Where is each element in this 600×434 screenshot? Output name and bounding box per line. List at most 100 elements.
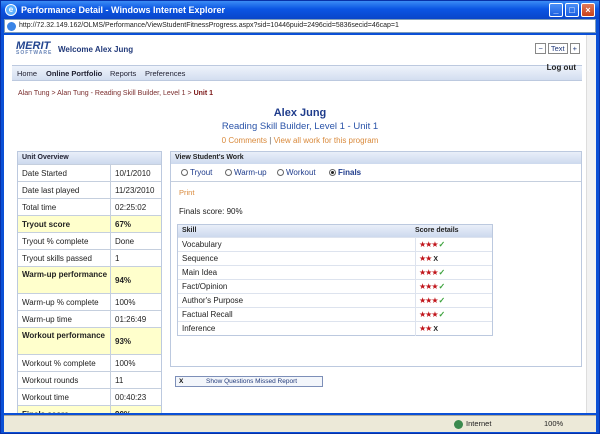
close-button[interactable]: × [581,3,595,17]
program-title: Reading Skill Builder, Level 1 - Unit 1 [221,121,379,132]
checkmark-icon: ✓ [438,296,446,305]
skill-name: Main Idea [182,268,218,277]
nav-preferences[interactable]: Preferences [145,69,185,78]
mode-radio-group: Tryout Warm-up Workout Finals [171,164,581,182]
comments-link[interactable]: 0 Comments [222,136,267,145]
overview-value: 02:25:02 [115,203,147,212]
nav-reports[interactable]: Reports [110,69,136,78]
globe-icon [454,419,463,429]
overview-value: 10/1/2010 [115,169,151,178]
page-icon [7,22,16,31]
title-bar: e Performance Detail - Windows Internet … [1,1,599,19]
overview-row: Date last played 11/23/2010 [18,181,161,198]
x-mark-icon: X [433,256,439,263]
missed-report-label: Show Questions Missed Report [206,378,298,385]
breadcrumb-student[interactable]: Alan Tung [18,90,50,97]
unit-overview-table: Unit Overview Date Started 10/1/2010 Date … [17,151,162,413]
overview-row: Warm-up % complete 100% [18,293,161,310]
overview-label: Date Started [18,165,111,181]
radio-warmup[interactable]: Warm-up [225,168,267,177]
browser-window: e Performance Detail - Windows Internet … [0,0,600,434]
skill-name: Vocabulary [182,240,222,249]
radio-finals[interactable]: Finals [329,168,361,177]
links-separator: | [269,136,272,145]
score-details: ★★ X [415,252,493,266]
overview-value: 11/23/2010 [115,186,155,195]
student-work-title: View Student's Work [171,152,581,164]
star-rating-icon: ★★★ [419,240,438,249]
overview-row: Workout time 00:40:23 [18,388,161,405]
overview-value: 100% [115,359,136,368]
overview-label: Warm-up time [18,311,111,327]
overview-label: Workout % complete [18,355,111,371]
star-rating-icon: ★★★ [419,282,438,291]
skill-row: Factual Recall ★★★✓ [178,307,493,322]
overview-label: Finals score [18,406,111,413]
skill-name: Fact/Opinion [182,282,228,291]
breadcrumb: Alan Tung > Alan Tung - Reading Skill Bu… [18,90,213,97]
vertical-scrollbar[interactable] [586,35,596,413]
logo-subtext: SOFTWARE [16,50,53,56]
radio-tryout[interactable]: Tryout [181,168,212,177]
score-details: ★★★✓ [415,308,493,322]
site-header: MERIT SOFTWARE Welcome Alex Jung − Text + [12,37,582,65]
nav-online-portfolio[interactable]: Online Portfolio [46,69,102,78]
logout-link[interactable]: Log out [547,63,576,72]
show-questions-missed-button[interactable]: X Show Questions Missed Report [175,376,323,387]
overview-value: 00:40:23 [115,393,147,402]
welcome-text: Welcome Alex Jung [58,45,134,54]
text-label[interactable]: Text [547,43,568,54]
address-bar[interactable]: http://72.32.149.162/OLMS/Performance/Vi… [4,19,596,33]
overview-value: 1 [115,254,120,263]
overview-row: Warm-up time 01:26:49 [18,310,161,327]
window-title: Performance Detail - Windows Internet Ex… [21,5,225,15]
score-details: ★★ X [415,322,493,336]
main-nav: Home Online Portfolio Reports Preference… [12,63,582,81]
view-all-work-link[interactable]: View all work for this program [274,136,379,145]
radio-label: Tryout [190,168,213,177]
skill-name: Sequence [182,254,219,263]
skill-name: Factual Recall [182,310,233,319]
radio-workout[interactable]: Workout [277,168,316,177]
merit-logo[interactable]: MERIT SOFTWARE [16,40,52,56]
print-link[interactable]: Print [179,188,194,197]
skill-name: Inference [182,324,216,333]
overview-value: 01:26:49 [115,315,147,324]
minimize-button[interactable]: _ [549,3,563,17]
zoom-control[interactable]: 100% [544,419,563,428]
skill-row: Vocabulary ★★★✓ [178,237,493,252]
nav-home[interactable]: Home [17,69,37,78]
skill-name: Author's Purpose [182,296,244,305]
star-rating-icon: ★★ [419,324,432,333]
unit-overview-title: Unit Overview [18,152,161,164]
overview-row: Workout % complete 100% [18,354,161,371]
radio-label: Workout [286,168,316,177]
overview-value: 67% [115,220,132,229]
checkmark-icon: ✓ [438,310,446,319]
text-increase-button[interactable]: + [569,43,580,54]
skill-row: Sequence ★★ X [178,251,493,266]
score-details: ★★★✓ [415,238,493,252]
radio-circle-icon [181,169,188,176]
breadcrumb-sep: > [51,90,56,97]
star-rating-icon: ★★★ [419,296,438,305]
skill-row: Fact/Opinion ★★★✓ [178,279,492,294]
maximize-button[interactable]: □ [565,3,579,17]
x-mark-icon: X [433,326,439,333]
checkmark-icon: ✓ [438,282,446,291]
finals-score-text: Finals score: 90% [179,207,243,216]
radio-label: Finals [338,168,362,177]
overview-row: Tryout % complete Done [18,232,161,249]
breadcrumb-program[interactable]: Alan Tung - Reading Skill Builder, Level… [57,90,185,97]
text-decrease-button[interactable]: − [535,43,546,54]
overview-value: 11 [115,376,124,385]
breadcrumb-current: Unit 1 [193,90,214,97]
overview-row: Workout performance 93% [18,327,161,354]
overview-value: 100% [115,298,136,307]
student-work-panel: View Student's Work Tryout Warm-up Worko… [170,151,582,387]
overview-value: Done [115,237,135,246]
overview-label: Tryout score [18,216,111,232]
overview-label: Warm-up % complete [18,294,111,310]
overview-label: Warm-up performance [18,267,111,293]
overview-label: Date last played [18,182,111,198]
